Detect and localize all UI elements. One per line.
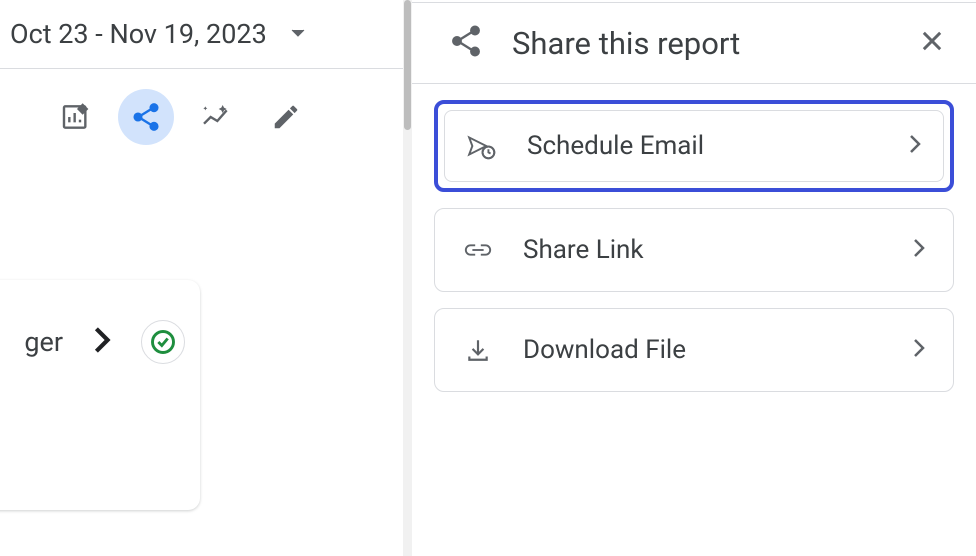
insights-icon[interactable] <box>188 89 244 145</box>
schedule-email-option[interactable]: Schedule Email <box>434 100 954 192</box>
share-header-icon <box>448 23 484 63</box>
option-label: Download File <box>523 335 883 365</box>
edit-chart-icon[interactable] <box>48 89 104 145</box>
share-icon[interactable] <box>118 89 174 145</box>
checkmark-badge-icon <box>141 320 185 364</box>
panel-title: Share this report <box>512 25 890 62</box>
report-card[interactable]: ger <box>0 280 200 510</box>
share-link-option[interactable]: Share Link <box>434 208 954 292</box>
chevron-right-icon <box>913 338 925 362</box>
date-range-text: Oct 23 - Nov 19, 2023 <box>10 18 267 50</box>
left-panel: Oct 23 - Nov 19, 2023 <box>0 0 403 556</box>
panel-header: Share this report <box>412 3 976 84</box>
share-panel: Share this report Schedule Email <box>412 2 976 556</box>
option-label: Share Link <box>523 235 883 265</box>
scrollbar-thumb[interactable] <box>404 0 411 130</box>
chevron-right-icon <box>913 238 925 262</box>
pencil-edit-icon[interactable] <box>258 89 314 145</box>
option-label: Schedule Email <box>527 131 879 161</box>
card-text-fragment: ger <box>24 326 63 358</box>
share-options-list: Schedule Email Share Link <box>412 84 976 408</box>
schedule-email-icon <box>467 131 497 161</box>
link-icon <box>463 241 493 259</box>
chevron-right-icon <box>909 134 921 158</box>
date-range-selector[interactable]: Oct 23 - Nov 19, 2023 <box>0 0 403 69</box>
dropdown-arrow-icon <box>291 26 305 42</box>
toolbar <box>0 69 403 165</box>
scrollbar[interactable] <box>403 0 412 556</box>
chevron-right-icon <box>93 326 111 358</box>
download-icon <box>463 336 493 364</box>
download-file-option[interactable]: Download File <box>434 308 954 392</box>
close-icon[interactable] <box>918 27 946 59</box>
